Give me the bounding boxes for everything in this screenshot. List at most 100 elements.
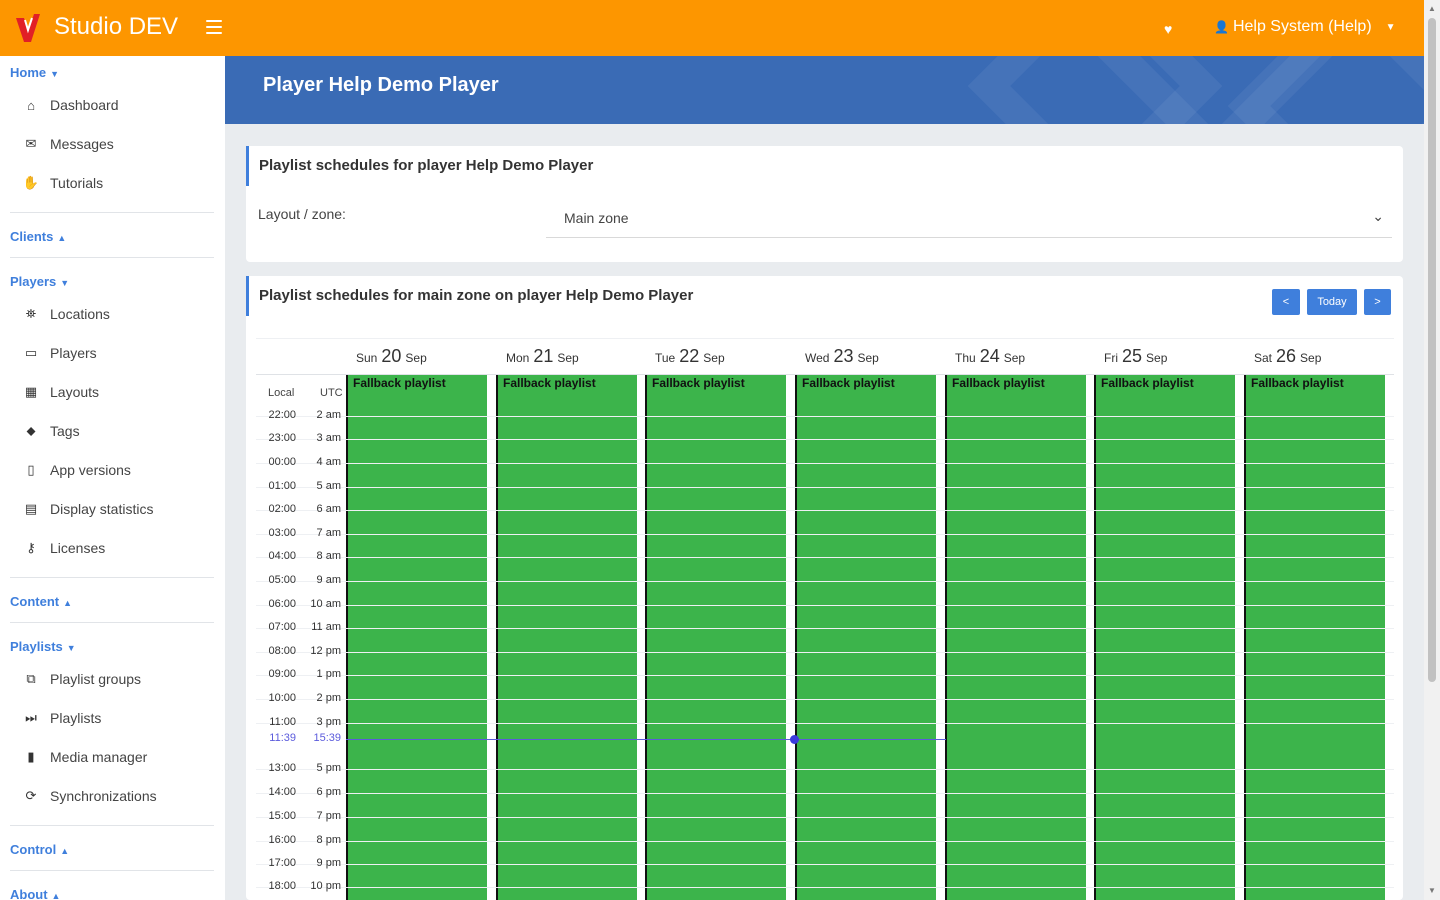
time-label-local: 15:00 [268,810,296,822]
column-header-local: Local [268,387,295,399]
time-label-local: 13:00 [268,762,296,774]
time-label-utc: 10 am [310,598,341,610]
page-title: Player Help Demo Player [263,74,499,96]
time-label-local: 22:00 [268,409,296,421]
sidebar-item-media-manager[interactable]: ▮ Media manager [22,746,147,768]
day-month: Sep [1146,351,1168,365]
time-label-utc: 9 am [316,574,341,586]
schedule-event[interactable]: Fallback playlist [1244,375,1385,900]
grid-line [256,510,1394,511]
sidebar-item-layouts[interactable]: ▦ Layouts [22,381,99,403]
schedule-event[interactable]: Fallback playlist [645,375,786,900]
user-menu[interactable]: 👤 Help System (Help) ▼ [1214,18,1396,36]
panel-header: Playlist schedules for player Help Demo … [246,146,1403,186]
grid-line [256,652,1394,653]
schedules-panel: Playlist schedules for player Help Demo … [246,146,1403,262]
divider [10,257,214,258]
time-label-utc: 3 pm [316,716,341,728]
time-label-local: 03:00 [268,527,296,539]
grid-line [256,557,1394,558]
sidebar-section-control[interactable]: Control ▲ [10,842,69,857]
sidebar-item-tags[interactable]: ⬥ Tags [22,420,79,442]
day-header: Mon 21 Sep [506,346,579,367]
time-label-utc: 2 am [316,409,341,421]
schedule-event[interactable]: Fallback playlist [945,375,1086,900]
scroll-down-icon[interactable]: ▼ [1428,886,1436,895]
time-label-utc: 5 pm [316,762,341,774]
scroll-up-icon[interactable]: ▲ [1428,4,1436,13]
sidebar-item-messages[interactable]: ✉ Messages [22,133,114,155]
sidebar-item-playlist-groups[interactable]: ⧉ Playlist groups [22,668,141,690]
sidebar-section-about[interactable]: About ▲ [10,887,60,900]
day-name: Sat [1254,351,1273,365]
sidebar-item-licenses[interactable]: ⚷ Licenses [22,537,105,559]
fast-forward-icon: ⏭ [25,710,37,725]
file-icon: ▮ [27,749,35,764]
map-icon: ⛯ [25,306,37,321]
event-label: Fallback playlist [802,376,895,390]
envelope-icon: ✉ [25,136,37,151]
time-label-local: 05:00 [268,574,296,586]
schedule-event[interactable]: Fallback playlist [795,375,936,900]
day-month: Sep [703,351,725,365]
sidebar-item-locations[interactable]: ⛯ Locations [22,303,110,325]
sidebar-section-content[interactable]: Content ▲ [10,594,72,609]
sidebar-section-players[interactable]: Players ▼ [10,274,69,289]
sidebar-item-playlists[interactable]: ⏭ Playlists [22,707,101,729]
grid-line [256,675,1394,676]
day-name: Mon [506,351,530,365]
sync-icon: ⟳ [25,788,37,803]
schedule-event[interactable]: Fallback playlist [1094,375,1235,900]
layout-zone-select[interactable]: Main zone ⌄ [546,200,1392,238]
mobile-icon: ▯ [27,462,35,477]
grid-line [256,699,1394,700]
scrollbar-thumb[interactable] [1428,18,1436,682]
event-label: Fallback playlist [1101,376,1194,390]
time-label-local: 14:00 [268,786,296,798]
day-month: Sep [857,351,879,365]
top-bar: Studio DEV ♥ 👤 Help System (Help) ▼ [0,0,1424,56]
grid-line [256,887,1394,888]
monitor-icon: ▭ [24,345,38,360]
brand-name[interactable]: Studio DEV [54,13,178,41]
grid-line [256,841,1394,842]
next-week-button[interactable]: > [1364,289,1391,315]
sidebar-item-display-statistics[interactable]: ▤ Display statistics [22,498,154,520]
time-label-local: 06:00 [268,598,296,610]
sidebar-item-app-versions[interactable]: ▯ App versions [22,459,131,481]
sidebar-section-clients[interactable]: Clients ▲ [10,229,66,244]
chevron-down-icon: ▼ [1385,21,1396,33]
grid-line [256,628,1394,629]
sidebar-item-tutorials[interactable]: ✋ Tutorials [22,172,103,194]
event-label: Fallback playlist [353,376,446,390]
day-number: 20 [381,346,402,366]
panel-header: Playlist schedules for main zone on play… [246,276,1403,316]
day-month: Sep [405,351,427,365]
schedule-event[interactable]: Fallback playlist [496,375,637,900]
prev-week-button[interactable]: < [1272,289,1300,315]
day-month: Sep [557,351,579,365]
layout-zone-label: Layout / zone: [258,206,346,222]
sidebar-section-home[interactable]: Home ▼ [10,65,59,80]
sidebar-item-synchronizations[interactable]: ⟳ Synchronizations [22,785,157,807]
current-time-line [346,739,946,740]
event-label: Fallback playlist [952,376,1045,390]
sidebar-item-dashboard[interactable]: ⌂ Dashboard [22,94,118,116]
time-label-utc: 10 pm [310,880,341,892]
time-label-utc: 7 pm [316,810,341,822]
sidebar-section-playlists[interactable]: Playlists ▼ [10,639,76,654]
time-label-local: 10:00 [268,692,296,704]
menu-toggle-icon[interactable] [206,20,222,34]
today-button[interactable]: Today [1307,289,1357,315]
schedule-event[interactable]: Fallback playlist [346,375,487,900]
day-header: Sun 20 Sep [356,346,427,367]
brand-logo[interactable] [14,12,42,44]
page-scrollbar[interactable]: ▲ ▼ [1424,0,1440,900]
day-month: Sep [1300,351,1322,365]
sidebar-item-players[interactable]: ▭ Players [22,342,97,364]
time-label-local: 08:00 [268,645,296,657]
grid-line [256,864,1394,865]
day-number: 22 [679,346,700,366]
heart-icon[interactable]: ♥ [1164,21,1172,37]
day-number: 26 [1276,346,1297,366]
